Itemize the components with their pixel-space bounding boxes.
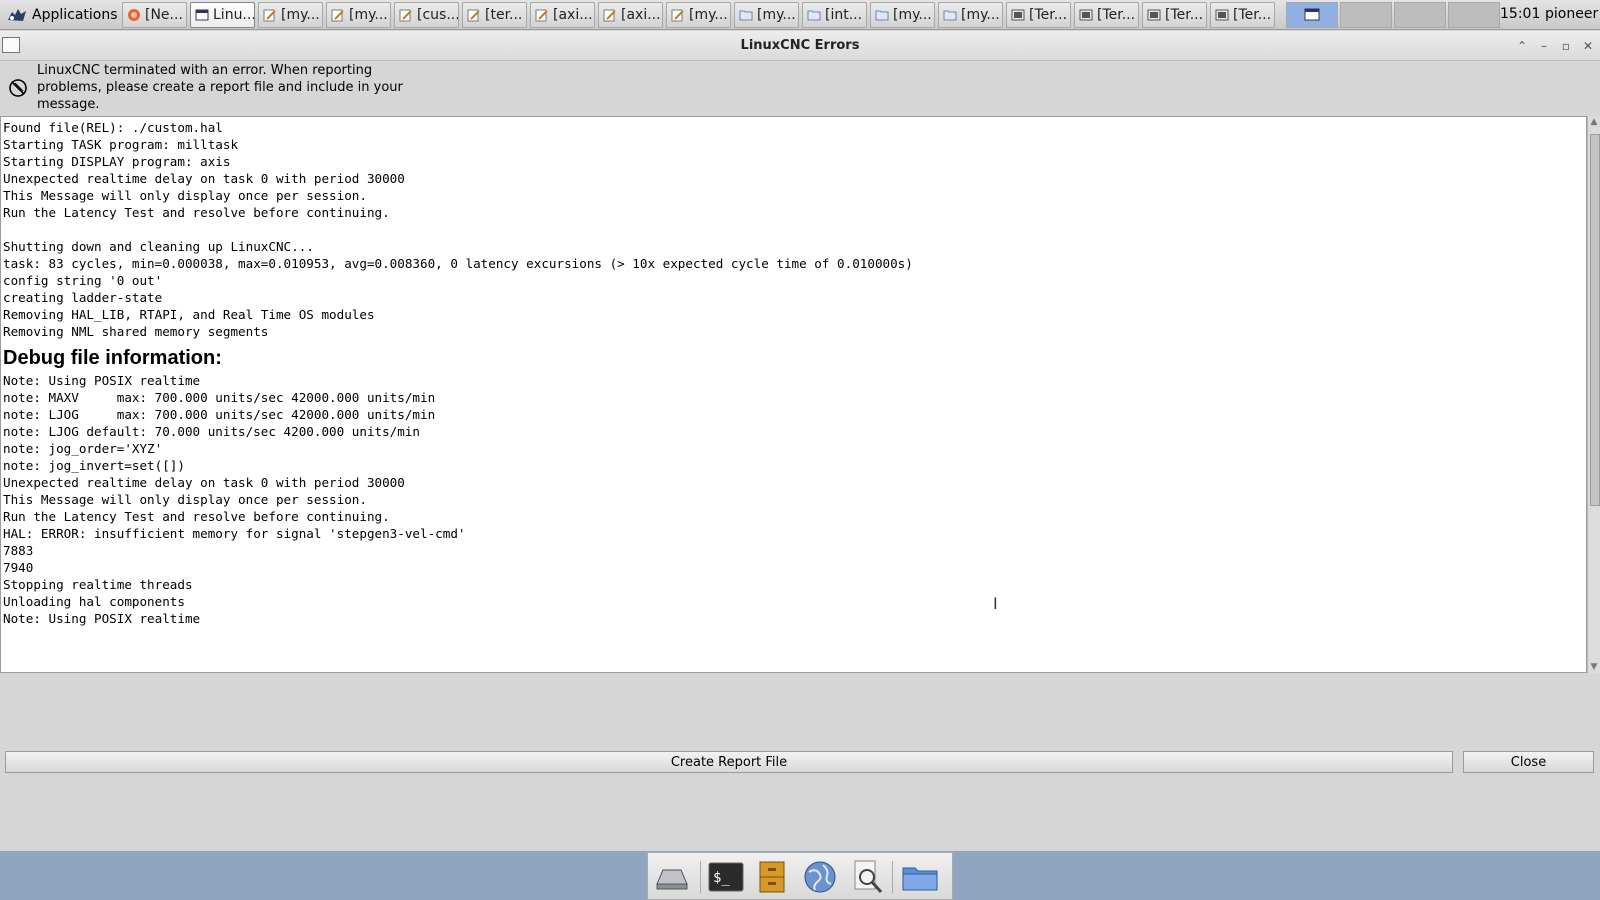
- task-button[interactable]: [my...: [666, 2, 731, 28]
- error-message: LinuxCNC terminated with an error. When …: [37, 63, 403, 112]
- xfce-logo-icon: [6, 6, 28, 24]
- task-button[interactable]: Linu...: [190, 2, 255, 28]
- workspace-1[interactable]: [1286, 2, 1338, 28]
- task-button[interactable]: [ter...: [462, 2, 527, 28]
- maximize-icon[interactable]: ▫: [1558, 38, 1574, 54]
- vertical-scrollbar[interactable]: ▲ ▼: [1587, 116, 1600, 673]
- applications-label: Applications: [32, 6, 118, 23]
- task-button[interactable]: [Ne...: [122, 2, 187, 28]
- file-cabinet-icon[interactable]: [752, 858, 792, 896]
- terminal-icon: [1011, 8, 1025, 22]
- text-editor-icon: [399, 8, 413, 22]
- log-text-area[interactable]: Found file(REL): ./custom.hal Starting T…: [0, 116, 1587, 673]
- firefox-icon: [127, 8, 141, 22]
- text-editor-icon: [263, 8, 277, 22]
- terminal-icon[interactable]: $_: [706, 858, 746, 896]
- task-label: [my...: [281, 7, 320, 23]
- workspace-3[interactable]: [1394, 2, 1446, 28]
- close-button[interactable]: Close: [1463, 751, 1594, 773]
- folder-icon: [875, 8, 889, 22]
- task-button[interactable]: [Ter...: [1074, 2, 1139, 28]
- create-report-button[interactable]: Create Report File: [5, 751, 1453, 773]
- task-label: [Ter...: [1233, 7, 1272, 23]
- text-editor-icon: [535, 8, 549, 22]
- log-lines-before: Found file(REL): ./custom.hal Starting T…: [3, 120, 913, 339]
- text-editor-icon: [467, 8, 481, 22]
- window-titlebar[interactable]: LinuxCNC Errors ⌃ – ▫ ✕: [0, 31, 1600, 61]
- minimize-icon[interactable]: –: [1536, 38, 1552, 54]
- folder-icon: [943, 8, 957, 22]
- workspace-4[interactable]: [1448, 2, 1500, 28]
- window-icon: [195, 8, 209, 22]
- task-button[interactable]: [my...: [938, 2, 1003, 28]
- task-button[interactable]: [Ter...: [1210, 2, 1275, 28]
- task-label: [axi...: [621, 7, 661, 23]
- task-label: [int...: [825, 7, 863, 23]
- task-label: [ter...: [485, 7, 523, 23]
- dock: $_: [647, 852, 953, 900]
- search-icon[interactable]: [848, 858, 888, 896]
- task-label: [my...: [961, 7, 1000, 23]
- task-label: [axi...: [553, 7, 593, 23]
- task-button[interactable]: [axi...: [598, 2, 663, 28]
- task-label: Linu...: [213, 7, 255, 23]
- task-button[interactable]: [Ter...: [1006, 2, 1071, 28]
- scroll-up-arrow-icon[interactable]: ▲: [1588, 116, 1600, 128]
- log-content: Found file(REL): ./custom.hal Starting T…: [3, 119, 913, 627]
- task-label: [Ne...: [145, 7, 183, 23]
- shade-icon[interactable]: ⌃: [1514, 38, 1530, 54]
- workspace-2[interactable]: [1340, 2, 1392, 28]
- folder-icon[interactable]: [900, 858, 940, 896]
- task-label: [Ter...: [1165, 7, 1204, 23]
- task-button[interactable]: [Ter...: [1142, 2, 1207, 28]
- terminal-icon: [1079, 8, 1093, 22]
- task-button[interactable]: [my...: [326, 2, 391, 28]
- dock-separator: [892, 861, 893, 893]
- task-label: [Ter...: [1097, 7, 1136, 23]
- scroll-thumb[interactable]: [1590, 134, 1600, 506]
- window-thumbnail-icon: [1304, 8, 1320, 21]
- debug-heading: Debug file information:: [3, 347, 222, 369]
- folder-icon: [807, 8, 821, 22]
- task-button[interactable]: [my...: [734, 2, 799, 28]
- task-label: [my...: [757, 7, 796, 23]
- error-icon: [8, 78, 28, 98]
- folder-icon: [739, 8, 753, 22]
- task-label: [my...: [689, 7, 728, 23]
- dock-separator: [700, 861, 701, 893]
- web-browser-icon[interactable]: [800, 858, 840, 896]
- close-icon[interactable]: ✕: [1580, 38, 1596, 54]
- applications-menu[interactable]: Applications: [2, 2, 122, 27]
- top-panel: Applications [Ne... Linu... [my... [my... [c…: [0, 0, 1600, 30]
- task-label: [my...: [349, 7, 388, 23]
- log-lines-after: Note: Using POSIX realtime note: MAXV ma…: [3, 373, 466, 626]
- task-label: [cus...: [417, 7, 459, 23]
- text-cursor-icon: I: [993, 594, 998, 613]
- task-button[interactable]: [axi...: [530, 2, 595, 28]
- error-header: LinuxCNC terminated with an error. When …: [0, 61, 1600, 116]
- task-label: [my...: [893, 7, 932, 23]
- task-button[interactable]: [my...: [258, 2, 323, 28]
- terminal-icon: [1147, 8, 1161, 22]
- task-button[interactable]: [int...: [802, 2, 867, 28]
- task-label: [Ter...: [1029, 7, 1068, 23]
- scroll-down-arrow-icon[interactable]: ▼: [1588, 661, 1600, 673]
- terminal-icon: [1215, 8, 1229, 22]
- window-title: LinuxCNC Errors: [740, 38, 860, 53]
- text-editor-icon: [331, 8, 345, 22]
- svg-text:$_: $_: [713, 870, 730, 886]
- text-editor-icon: [671, 8, 685, 22]
- text-editor-icon: [603, 8, 617, 22]
- task-button[interactable]: [cus...: [394, 2, 459, 28]
- drive-icon[interactable]: [652, 858, 692, 896]
- clock[interactable]: 15:01: [1500, 0, 1540, 30]
- user-name[interactable]: pioneer: [1545, 0, 1598, 30]
- task-button[interactable]: [my...: [870, 2, 935, 28]
